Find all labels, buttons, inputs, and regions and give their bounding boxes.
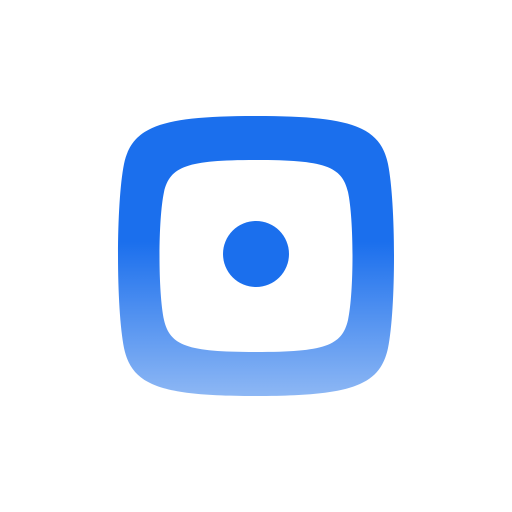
icon-canvas bbox=[0, 0, 512, 512]
center-dot bbox=[223, 221, 289, 287]
squircle-dot-icon bbox=[118, 116, 394, 396]
